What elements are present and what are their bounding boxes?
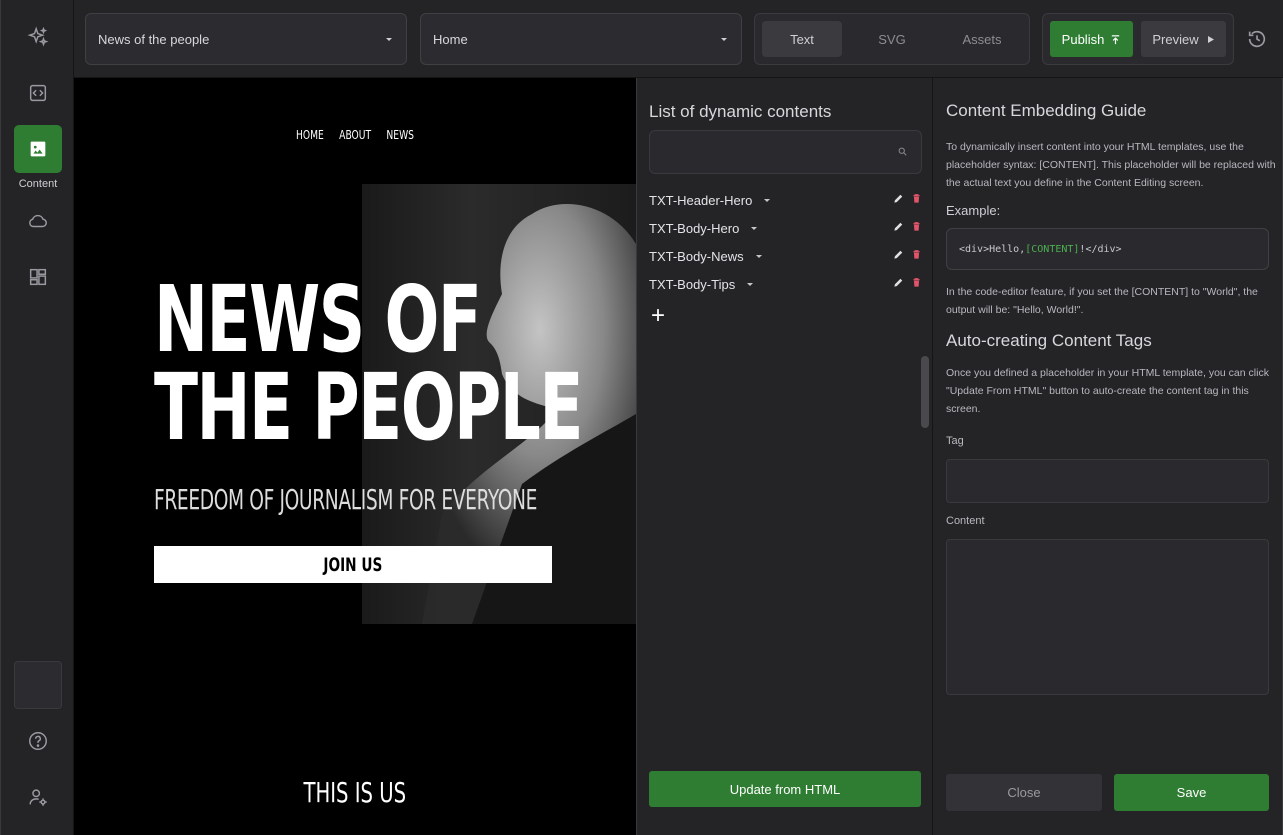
hero-subtitle: FREEDOM OF JOURNALISM FOR EVERYONE bbox=[154, 483, 537, 516]
content-textarea[interactable] bbox=[946, 539, 1269, 695]
join-us-button[interactable]: JOIN US bbox=[154, 546, 552, 583]
list-item[interactable]: TXT-Body-Hero bbox=[649, 218, 922, 238]
auto-create-heading: Auto-creating Content Tags bbox=[946, 331, 1152, 350]
list-item[interactable]: TXT-Header-Hero bbox=[649, 190, 922, 210]
code-icon[interactable] bbox=[14, 69, 62, 117]
preview-label: Preview bbox=[1152, 31, 1199, 47]
sparkles-icon[interactable] bbox=[14, 13, 62, 61]
page-select-value: Home bbox=[433, 31, 468, 47]
auto-create-text: Once you defined a placeholder in your H… bbox=[946, 367, 1269, 415]
close-button[interactable]: Close bbox=[946, 774, 1102, 811]
play-icon bbox=[1207, 35, 1214, 43]
list-item[interactable]: TXT-Body-Tips bbox=[649, 274, 922, 294]
project-select-value: News of the people bbox=[98, 31, 210, 47]
publish-group: Publish Preview bbox=[1042, 13, 1234, 65]
chevron-down-icon bbox=[721, 38, 727, 41]
page-select[interactable]: Home bbox=[420, 13, 742, 65]
chevron-down-icon[interactable] bbox=[751, 226, 758, 230]
list-item-label: TXT-Body-Tips bbox=[649, 276, 736, 292]
publish-button[interactable]: Publish bbox=[1050, 21, 1133, 57]
delete-icon[interactable] bbox=[911, 277, 922, 288]
guide-title: Content Embedding Guide bbox=[946, 101, 1147, 120]
list-item-label: TXT-Header-Hero bbox=[649, 192, 753, 208]
example-heading: Example: bbox=[946, 203, 1001, 218]
tag-input[interactable] bbox=[946, 459, 1269, 503]
list-item[interactable]: TXT-Body-News bbox=[649, 246, 922, 266]
code-placeholder: [CONTENT] bbox=[1025, 243, 1080, 255]
rail-empty-slot[interactable] bbox=[14, 661, 62, 709]
project-select[interactable]: News of the people bbox=[85, 13, 407, 65]
user-settings-icon[interactable] bbox=[14, 773, 62, 821]
publish-icon bbox=[1112, 34, 1120, 44]
update-from-html-button[interactable]: Update from HTML bbox=[649, 771, 921, 807]
preview-nav: HOME ABOUT NEWS bbox=[116, 128, 594, 142]
save-button[interactable]: Save bbox=[1114, 774, 1269, 811]
edit-icon[interactable] bbox=[893, 193, 904, 204]
hero-title-line2: THE PEOPLE bbox=[154, 354, 583, 461]
example-note: In the code-editor feature, if you set t… bbox=[946, 286, 1258, 316]
dynamic-contents-panel: List of dynamic contents TXT-Header-Hero… bbox=[636, 78, 933, 835]
code-example: <div>Hello, [CONTENT] !</div> bbox=[946, 228, 1269, 270]
panel-title: List of dynamic contents bbox=[649, 102, 832, 121]
chevron-down-icon bbox=[386, 38, 392, 41]
history-icon[interactable] bbox=[1246, 28, 1268, 50]
chevron-down-icon[interactable] bbox=[764, 198, 771, 202]
content-type-tabs: Text SVG Assets bbox=[754, 13, 1030, 65]
chevron-down-icon[interactable] bbox=[747, 282, 754, 286]
delete-icon[interactable] bbox=[911, 249, 922, 260]
dashboard-icon[interactable] bbox=[14, 253, 62, 301]
section-title-text: THIS IS US bbox=[303, 776, 407, 809]
page-preview-canvas[interactable]: HOME ABOUT NEWS NEWS OF THE PEOPLE FREED… bbox=[74, 78, 636, 835]
tab-assets[interactable]: Assets bbox=[942, 21, 1022, 57]
help-icon[interactable] bbox=[14, 717, 62, 765]
edit-icon[interactable] bbox=[893, 277, 904, 288]
join-us-label: JOIN US bbox=[323, 553, 383, 576]
publish-label: Publish bbox=[1061, 31, 1105, 47]
chevron-down-icon[interactable] bbox=[755, 254, 762, 258]
preview-button[interactable]: Preview bbox=[1141, 21, 1226, 57]
guide-intro: To dynamically insert content into your … bbox=[946, 141, 1276, 189]
hero-title: NEWS OF THE PEOPLE bbox=[154, 266, 583, 461]
delete-icon[interactable] bbox=[911, 221, 922, 232]
edit-icon[interactable] bbox=[893, 249, 904, 260]
delete-icon[interactable] bbox=[911, 193, 922, 204]
image-icon[interactable] bbox=[14, 125, 62, 173]
search-input[interactable] bbox=[649, 130, 922, 174]
hero-title-line1: NEWS OF bbox=[154, 266, 482, 373]
search-icon bbox=[898, 147, 907, 156]
code-after: !</div> bbox=[1079, 243, 1122, 255]
tag-label: Tag bbox=[946, 435, 964, 447]
add-content-button[interactable]: + bbox=[651, 304, 669, 328]
tab-text[interactable]: Text bbox=[762, 21, 842, 57]
cloud-icon[interactable] bbox=[14, 197, 62, 245]
left-rail: Content bbox=[0, 0, 74, 835]
edit-icon[interactable] bbox=[893, 221, 904, 232]
nav-link-news[interactable]: NEWS bbox=[386, 128, 414, 142]
nav-link-home[interactable]: HOME bbox=[296, 128, 324, 142]
code-before: <div>Hello, bbox=[959, 243, 1026, 255]
tab-svg[interactable]: SVG bbox=[852, 21, 932, 57]
content-guide-panel: Content Embedding Guide To dynamically i… bbox=[933, 78, 1283, 835]
rail-label-content: Content bbox=[18, 178, 58, 190]
list-item-label: TXT-Body-News bbox=[649, 248, 744, 264]
section-title: THIS IS US bbox=[74, 776, 636, 809]
nav-link-about[interactable]: ABOUT bbox=[339, 128, 371, 142]
list-item-label: TXT-Body-Hero bbox=[649, 220, 740, 236]
scrollbar[interactable] bbox=[921, 356, 929, 428]
content-label: Content bbox=[946, 515, 985, 527]
top-bar: News of the people Home Text SVG Assets … bbox=[74, 0, 1283, 78]
